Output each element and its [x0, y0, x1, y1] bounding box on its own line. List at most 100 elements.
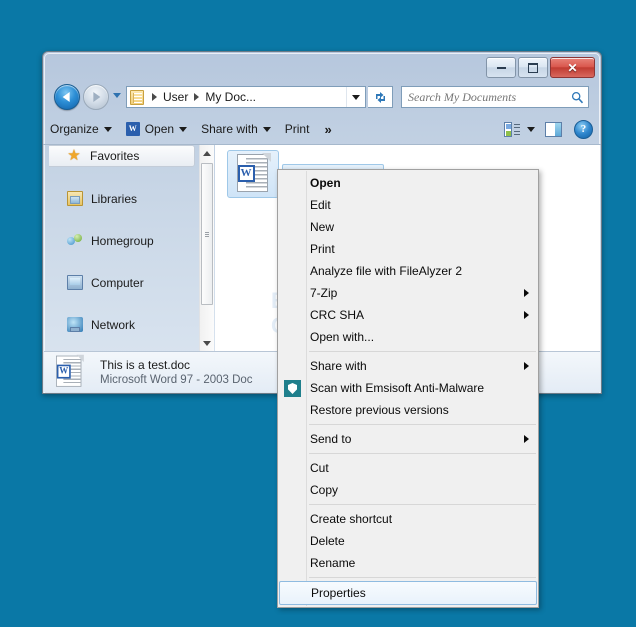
details-filename: This is a test.doc	[100, 358, 191, 372]
emsisoft-shield-icon	[284, 380, 301, 397]
menu-item-analyze-file-with-filealyzer-2[interactable]: Analyze file with FileAlyzer 2	[278, 260, 538, 282]
menu-item-label: Open	[310, 176, 341, 190]
minimize-button[interactable]	[486, 57, 516, 78]
forward-button[interactable]	[83, 84, 109, 110]
sidebar-item-label: Libraries	[91, 191, 138, 206]
sidebar-item-label: Favorites	[90, 149, 140, 163]
menu-item-open[interactable]: Open	[278, 172, 538, 194]
maximize-button[interactable]	[518, 57, 548, 78]
menu-item-print[interactable]: Print	[278, 238, 538, 260]
print-button[interactable]: Print	[278, 117, 317, 141]
menu-separator	[309, 351, 536, 352]
menu-item-label: New	[310, 220, 335, 234]
search-icon	[571, 91, 584, 103]
toolbar-overflow-button[interactable]: »	[316, 117, 339, 141]
organize-button[interactable]: Organize	[43, 117, 119, 141]
submenu-arrow-icon	[524, 362, 529, 370]
context-menu[interactable]: Open Edit New Print Analyze file with FileAl…	[277, 169, 539, 608]
menu-item-copy[interactable]: Copy	[278, 479, 538, 501]
close-button[interactable]: ✕	[550, 57, 595, 78]
folder-icon	[130, 89, 144, 105]
chevron-down-icon	[262, 126, 271, 132]
word-document-icon: W	[236, 153, 271, 194]
menu-item-label: Copy	[310, 483, 339, 497]
menu-item-new[interactable]: New	[278, 216, 538, 238]
window-controls: ✕	[486, 57, 595, 78]
maximize-icon	[528, 62, 538, 73]
chevron-down-icon	[352, 94, 360, 100]
address-bar[interactable]: User My Doc...	[126, 86, 366, 108]
network-icon	[67, 317, 83, 332]
share-with-button[interactable]: Share with	[194, 117, 278, 141]
toolbar-right-group: ?	[504, 119, 601, 139]
close-icon: ✕	[567, 60, 578, 75]
chevron-up-icon	[203, 150, 211, 156]
word-icon: W	[125, 122, 140, 136]
overflow-label: »	[324, 121, 332, 137]
breadcrumb: User My Doc...	[130, 89, 346, 105]
menu-item-label: Scan with Emsisoft Anti-Malware	[310, 381, 485, 395]
sidebar-item-homegroup[interactable]: Homegroup	[49, 230, 201, 251]
chevron-down-icon[interactable]	[527, 126, 535, 132]
menu-item-label: Create shortcut	[310, 512, 393, 526]
menu-item-crc-sha[interactable]: CRC SHA	[278, 304, 538, 326]
breadcrumb-item-user[interactable]: User	[163, 90, 188, 104]
menu-item-label: 7-Zip	[310, 286, 338, 300]
submenu-arrow-icon	[524, 311, 529, 319]
search-box[interactable]	[401, 86, 589, 108]
menu-item-properties[interactable]: Properties	[279, 581, 537, 605]
menu-item-share-with[interactable]: Share with	[278, 355, 538, 377]
refresh-button[interactable]	[368, 86, 393, 108]
details-texts: This is a test.doc Microsoft Word 97 - 2…	[100, 358, 253, 386]
menu-separator	[309, 577, 536, 578]
breadcrumb-separator-icon	[152, 93, 157, 101]
menu-item-label: Print	[310, 242, 335, 256]
submenu-arrow-icon	[524, 435, 529, 443]
menu-item-rename[interactable]: Rename	[278, 552, 538, 574]
address-dropdown-button[interactable]	[346, 87, 365, 107]
change-view-icon[interactable]	[504, 121, 520, 137]
menu-separator	[309, 424, 536, 425]
chevron-down-icon	[203, 340, 211, 346]
menu-separator	[309, 504, 536, 505]
menu-item-open-with[interactable]: Open with...	[278, 326, 538, 348]
chevron-down-icon	[103, 126, 112, 132]
homegroup-icon	[67, 233, 83, 248]
menu-item-delete[interactable]: Delete	[278, 530, 538, 552]
sidebar-item-computer[interactable]: Computer	[49, 272, 201, 293]
menu-item-scan-with-emsisoft-anti-malware[interactable]: Scan with Emsisoft Anti-Malware	[278, 377, 538, 399]
search-input[interactable]	[406, 88, 571, 106]
breadcrumb-item-mydocuments[interactable]: My Doc...	[205, 90, 256, 104]
menu-item-label: Analyze file with FileAlyzer 2	[310, 264, 463, 278]
help-button[interactable]: ?	[574, 119, 593, 139]
menu-item-edit[interactable]: Edit	[278, 194, 538, 216]
navigation-pane-scrollbar[interactable]	[199, 145, 214, 351]
file-icon-container: W	[227, 150, 279, 198]
back-button[interactable]	[54, 84, 80, 110]
sidebar-item-label: Network	[91, 317, 136, 332]
menu-item-restore-previous-versions[interactable]: Restore previous versions	[278, 399, 538, 421]
sidebar-item-network[interactable]: Network	[49, 314, 201, 335]
menu-item-send-to[interactable]: Send to	[278, 428, 538, 450]
open-label: Open	[144, 122, 175, 136]
sidebar-item-favorites[interactable]: ★ Favorites	[49, 145, 195, 167]
navigation-pane: ★ Favorites Libraries Homegroup Computer…	[49, 145, 201, 351]
scrollbar-thumb[interactable]	[201, 163, 213, 305]
preview-pane-icon[interactable]	[545, 121, 562, 137]
menu-item-7-zip[interactable]: 7-Zip	[278, 282, 538, 304]
refresh-icon	[375, 91, 385, 103]
word-document-icon: W	[56, 354, 84, 389]
breadcrumb-separator-icon	[194, 93, 200, 101]
menu-item-cut[interactable]: Cut	[278, 457, 538, 479]
sidebar-item-libraries[interactable]: Libraries	[49, 188, 201, 209]
scroll-up-button[interactable]	[200, 145, 214, 161]
address-row: User My Doc...	[43, 82, 601, 114]
scroll-down-button[interactable]	[200, 335, 214, 351]
title-bar[interactable]: ✕	[43, 52, 601, 82]
menu-item-create-shortcut[interactable]: Create shortcut	[278, 508, 538, 530]
back-arrow-icon	[62, 92, 70, 102]
menu-item-label: Delete	[310, 534, 345, 548]
open-button[interactable]: W Open	[119, 117, 194, 141]
recent-pages-dropdown-icon[interactable]	[113, 93, 121, 98]
computer-icon	[67, 275, 83, 290]
